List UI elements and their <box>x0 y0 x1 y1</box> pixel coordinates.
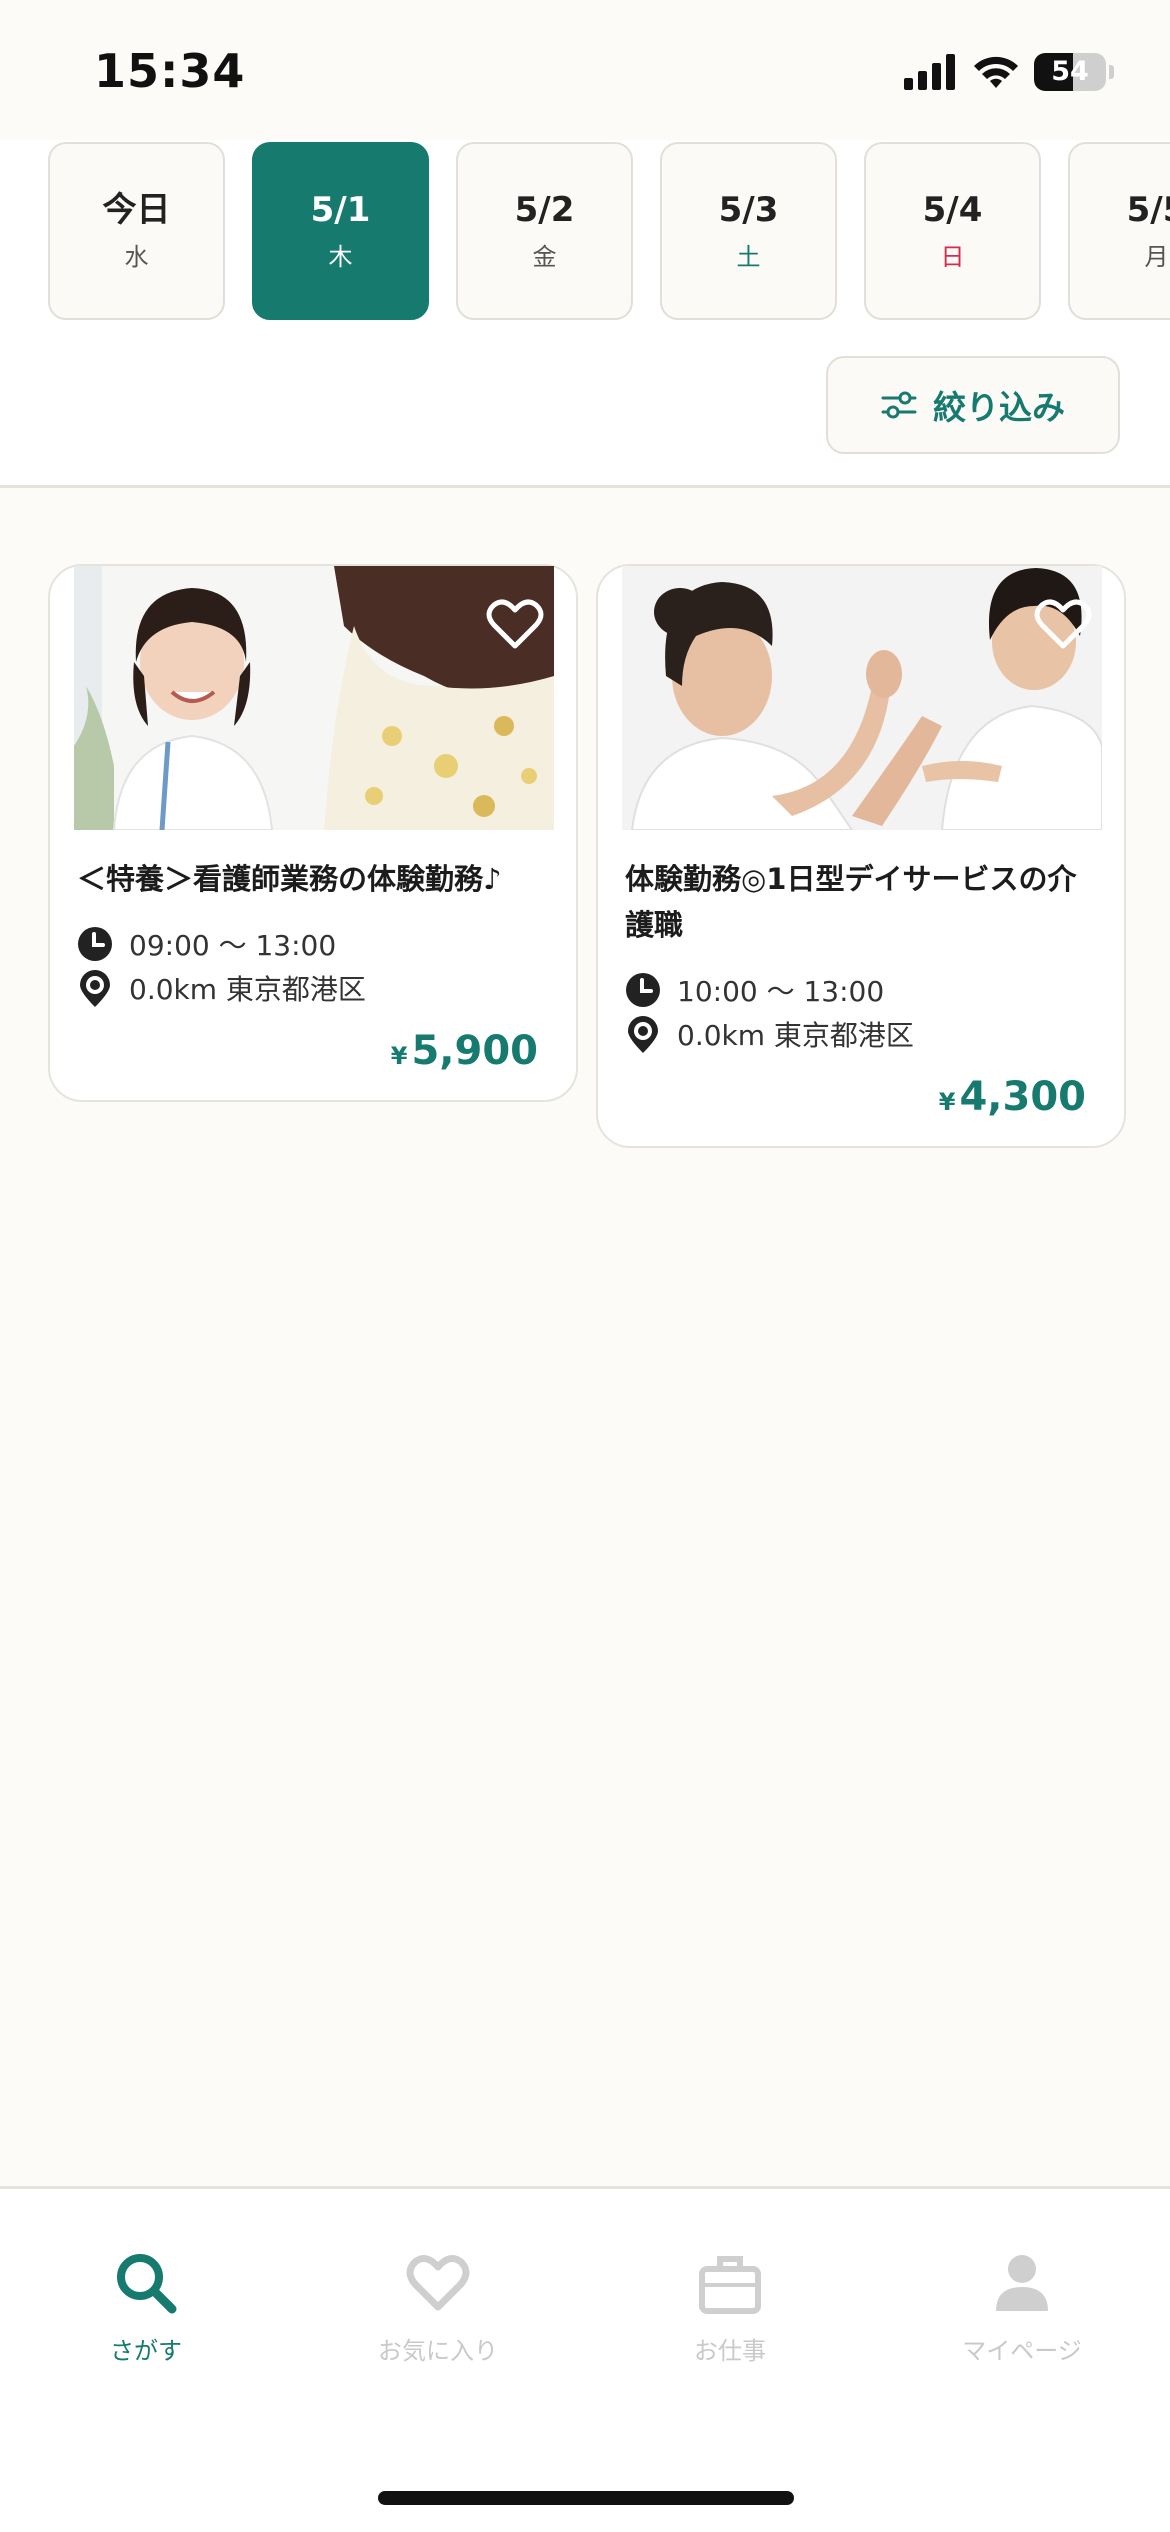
tab-jobs[interactable]: お仕事 <box>584 2251 876 2366</box>
job-list: ＜特養＞看護師業務の体験勤務♪ 09:00 〜 13:00 0.0km 東京都港… <box>48 564 1126 1148</box>
currency-symbol: ¥ <box>390 1042 408 1070</box>
date-tab-label: 今日 <box>102 190 171 231</box>
tab-favorites[interactable]: お気に入り <box>292 2251 584 2366</box>
filter-label: 絞り込み <box>933 388 1065 427</box>
favorite-heart-icon[interactable] <box>486 598 544 650</box>
job-title: ＜特養＞看護師業務の体験勤務♪ <box>77 862 502 896</box>
nurse-photo <box>74 566 554 830</box>
date-tab-label: 5/5 <box>1126 190 1170 231</box>
date-tab-weekday: 金 <box>532 242 557 271</box>
wifi-icon <box>974 56 1018 88</box>
bottom-tab-bar: さがす お気に入り お仕事 マイページ <box>0 2186 1170 2532</box>
tab-label: お仕事 <box>694 2337 766 2365</box>
search-icon <box>117 2254 177 2314</box>
job-price: ¥5,900 <box>74 1028 552 1074</box>
tab-search[interactable]: さがす <box>0 2251 292 2366</box>
date-track: 今日 水 5/1 木 5/2 金 5/3 土 5/4 日 5/5 月 <box>48 142 1170 320</box>
clock-icon <box>626 973 660 1007</box>
job-time-row: 09:00 〜 13:00 <box>77 922 549 966</box>
date-tab-label: 5/4 <box>922 190 983 231</box>
job-location: 0.0km 東京都港区 <box>129 973 366 1006</box>
job-price: ¥4,300 <box>622 1074 1100 1120</box>
job-meta: 09:00 〜 13:00 0.0km 東京都港区 <box>74 922 552 1010</box>
date-tab-label: 5/1 <box>310 190 371 231</box>
status-bar: 15:34 54 <box>0 0 1170 140</box>
job-card[interactable]: 体験勤務◎1日型デイサービスの介護職 10:00 〜 13:00 0.0km 東… <box>596 564 1126 1148</box>
job-time: 09:00 〜 13:00 <box>129 929 337 962</box>
job-location: 0.0km 東京都港区 <box>677 1019 914 1052</box>
tab-label: お気に入り <box>378 2337 498 2365</box>
job-card[interactable]: ＜特養＞看護師業務の体験勤務♪ 09:00 〜 13:00 0.0km 東京都港… <box>48 564 578 1102</box>
status-icons: 54 <box>904 50 1114 94</box>
battery-icon: 54 <box>1034 53 1106 91</box>
favorite-heart-icon[interactable] <box>1034 598 1092 650</box>
job-title: 体験勤務◎1日型デイサービスの介護職 <box>625 862 1077 942</box>
tab-mypage[interactable]: マイページ <box>876 2251 1168 2366</box>
date-tab-5-4[interactable]: 5/4 日 <box>864 142 1041 320</box>
date-tab-5-3[interactable]: 5/3 土 <box>660 142 837 320</box>
person-icon <box>996 2255 1048 2311</box>
job-price-value: 4,300 <box>959 1074 1086 1120</box>
date-selector: 今日 水 5/1 木 5/2 金 5/3 土 5/4 日 5/5 月 <box>0 140 1170 322</box>
tab-label: さがす <box>110 2337 182 2365</box>
battery-nub <box>1109 65 1114 79</box>
heart-icon <box>406 2254 470 2311</box>
cellular-signal-icon <box>904 54 955 90</box>
clock-icon <box>78 927 112 961</box>
job-image <box>74 566 554 830</box>
filter-button[interactable]: 絞り込み <box>826 356 1120 454</box>
date-tab-weekday: 土 <box>736 242 761 271</box>
job-time-row: 10:00 〜 13:00 <box>625 968 1097 1012</box>
job-location-row: 0.0km 東京都港区 <box>77 966 549 1010</box>
date-tab-5-1[interactable]: 5/1 木 <box>252 142 429 320</box>
filter-row: 絞り込み <box>0 322 1170 488</box>
date-tab-weekday: 木 <box>328 242 353 271</box>
status-time: 15:34 <box>94 44 246 98</box>
home-indicator <box>378 2491 794 2505</box>
date-tab-weekday: 月 <box>1144 242 1169 271</box>
tab-label: マイページ <box>962 2337 1082 2365</box>
date-tab-weekday: 水 <box>124 242 149 271</box>
date-tab-label: 5/2 <box>514 190 575 231</box>
job-image <box>622 566 1102 830</box>
date-tab-weekday: 日 <box>940 242 965 271</box>
date-tab-5-2[interactable]: 5/2 金 <box>456 142 633 320</box>
sliders-icon <box>881 391 917 419</box>
job-time: 10:00 〜 13:00 <box>677 975 885 1008</box>
briefcase-icon <box>699 2256 761 2314</box>
location-pin-icon <box>628 1016 658 1053</box>
battery-percent: 54 <box>1051 56 1089 87</box>
job-location-row: 0.0km 東京都港区 <box>625 1012 1097 1056</box>
date-tab-5-5[interactable]: 5/5 月 <box>1068 142 1170 320</box>
job-price-value: 5,900 <box>411 1028 538 1074</box>
date-tab-label: 5/3 <box>718 190 779 231</box>
date-tab-today[interactable]: 今日 水 <box>48 142 225 320</box>
location-pin-icon <box>80 970 110 1007</box>
caregiver-photo <box>622 566 1102 830</box>
currency-symbol: ¥ <box>938 1088 956 1116</box>
job-meta: 10:00 〜 13:00 0.0km 東京都港区 <box>622 968 1100 1056</box>
